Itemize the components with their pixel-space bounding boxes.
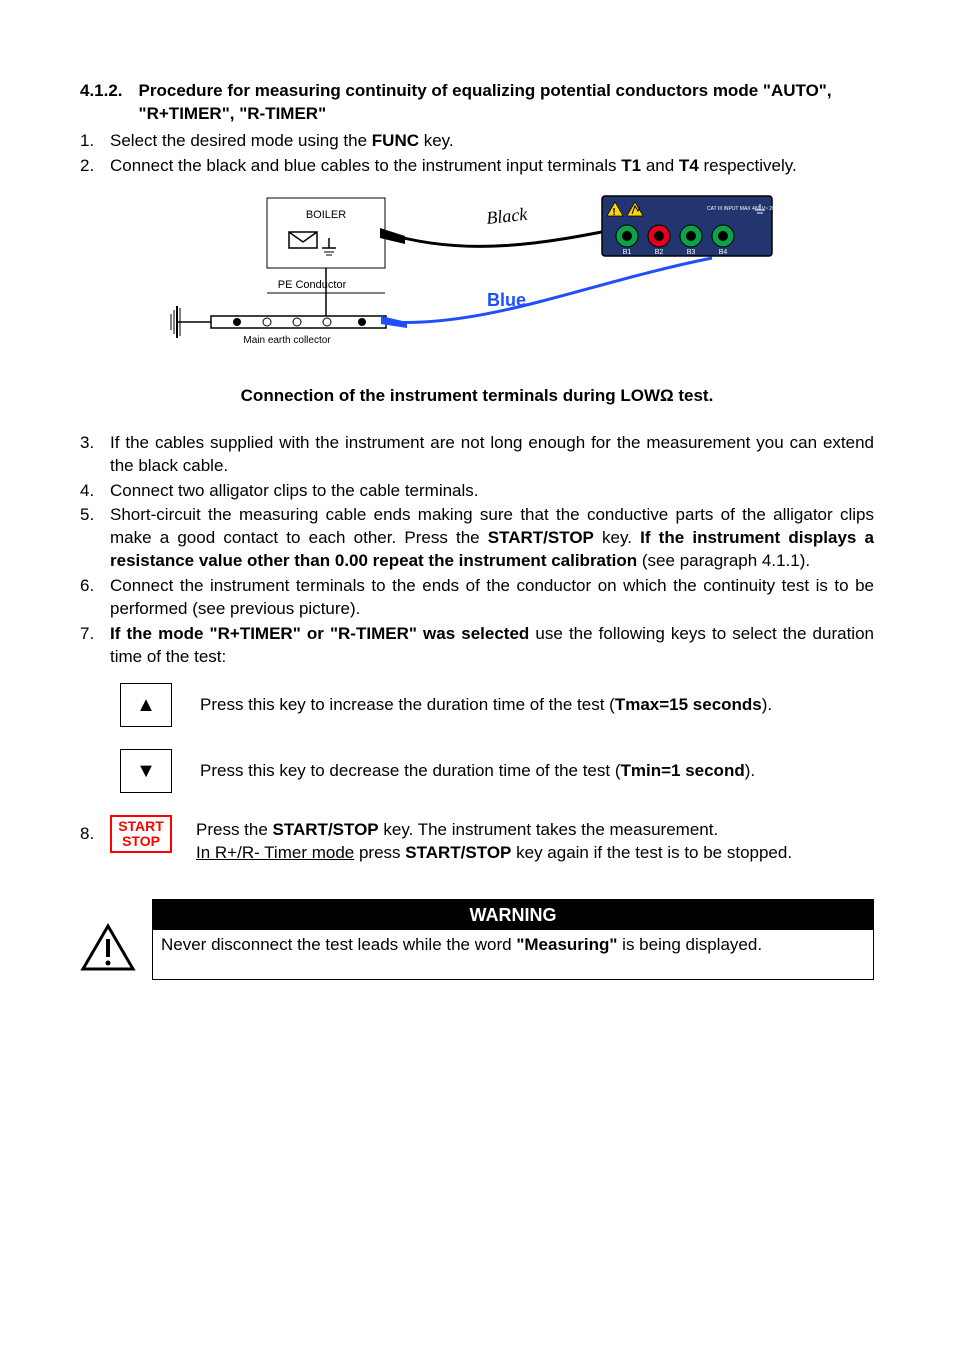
- pe-label: PE Conductor: [278, 279, 347, 291]
- section-title: Procedure for measuring continuity of eq…: [139, 80, 874, 126]
- step-num: 6.: [80, 575, 110, 621]
- up-key-row: ▲ Press this key to increase the duratio…: [120, 683, 874, 727]
- start-label: START: [118, 819, 164, 834]
- terminal-b1: B1: [623, 249, 632, 256]
- warning-body: Never disconnect the test leads while th…: [153, 930, 873, 961]
- text: Never disconnect the test leads while th…: [161, 935, 516, 954]
- down-key-row: ▼ Press this key to decrease the duratio…: [120, 749, 874, 793]
- step-1: 1. Select the desired mode using the FUN…: [80, 130, 874, 153]
- svg-text:!: !: [612, 207, 615, 218]
- text: press: [354, 843, 405, 862]
- text: key.: [419, 131, 454, 150]
- text: ).: [745, 761, 755, 780]
- main-earth-label: Main earth collector: [243, 335, 331, 346]
- warning-content: WARNING Never disconnect the test leads …: [152, 899, 874, 980]
- connection-figure: BOILER PE Conductor Main earth collector: [80, 188, 874, 365]
- text: is being displayed.: [617, 935, 762, 954]
- step-body: If the cables supplied with the instrume…: [110, 432, 874, 478]
- up-arrow-icon: ▲: [136, 692, 156, 719]
- text: Press this key to decrease the duration …: [200, 761, 620, 780]
- step-list-top: 1. Select the desired mode using the FUN…: [80, 130, 874, 178]
- terminal-b2: B2: [655, 249, 664, 256]
- text: In R+/R- Timer mode: [196, 843, 354, 862]
- start-stop-key-label: START/STOP: [405, 843, 511, 862]
- text: Connect the black and blue cables to the…: [110, 156, 621, 175]
- text: (see paragraph 4.1.1).: [637, 551, 810, 570]
- warning-icon: [80, 899, 140, 980]
- step-4: 4. Connect two alligator clips to the ca…: [80, 480, 874, 503]
- stop-label: STOP: [122, 834, 160, 849]
- terminal-t1: T1: [621, 156, 641, 175]
- step-num: 1.: [80, 130, 110, 153]
- terminal-b4: B4: [719, 249, 728, 256]
- step-body: Connect two alligator clips to the cable…: [110, 480, 874, 503]
- func-key-label: FUNC: [372, 131, 419, 150]
- down-key-text: Press this key to decrease the duration …: [200, 760, 874, 783]
- text: Connection of the instrument terminals d…: [241, 386, 660, 405]
- text: key.: [594, 528, 640, 547]
- text: test.: [674, 386, 714, 405]
- text: Press this key to increase the duration …: [200, 695, 615, 714]
- step-body: Connect the black and blue cables to the…: [110, 155, 874, 178]
- warning-header: WARNING: [153, 900, 873, 930]
- step-num: 2.: [80, 155, 110, 178]
- step-body: Connect the instrument terminals to the …: [110, 575, 874, 621]
- text: If the mode "R+TIMER" or "R-TIMER" was s…: [110, 624, 529, 643]
- blue-cable-label: Blue: [487, 290, 526, 310]
- section-heading: 4.1.2. Procedure for measuring continuit…: [80, 80, 874, 126]
- step-body: Select the desired mode using the FUNC k…: [110, 130, 874, 153]
- up-arrow-key: ▲: [120, 683, 172, 727]
- tmin-label: Tmin=1 second: [620, 761, 744, 780]
- step-list-mid: 3. If the cables supplied with the instr…: [80, 432, 874, 669]
- omega-symbol: Ω: [660, 386, 674, 405]
- step-num: 5.: [80, 504, 110, 573]
- text: ).: [762, 695, 772, 714]
- step-body: Short-circuit the measuring cable ends m…: [110, 504, 874, 573]
- terminal-b3: B3: [687, 249, 696, 256]
- black-cable-label: Black: [485, 203, 529, 227]
- text: key again if the test is to be stopped.: [511, 843, 792, 862]
- step-2: 2. Connect the black and blue cables to …: [80, 155, 874, 178]
- step-body: Press the START/STOP key. The instrument…: [184, 815, 874, 865]
- tmax-label: Tmax=15 seconds: [615, 695, 762, 714]
- down-arrow-key: ▼: [120, 749, 172, 793]
- step-num: 8.: [80, 815, 98, 846]
- start-stop-key-box: START STOP: [110, 815, 172, 853]
- text: Select the desired mode using the: [110, 131, 372, 150]
- section-number: 4.1.2.: [80, 80, 123, 126]
- step-7: 7. If the mode "R+TIMER" or "R-TIMER" wa…: [80, 623, 874, 669]
- start-stop-key-label: START/STOP: [488, 528, 594, 547]
- step-3: 3. If the cables supplied with the instr…: [80, 432, 874, 478]
- step-8: 8. START STOP Press the START/STOP key. …: [80, 815, 874, 865]
- step-5: 5. Short-circuit the measuring cable end…: [80, 504, 874, 573]
- step-body: If the mode "R+TIMER" or "R-TIMER" was s…: [110, 623, 874, 669]
- step-num: 4.: [80, 480, 110, 503]
- step-6: 6. Connect the instrument terminals to t…: [80, 575, 874, 621]
- connection-diagram-svg: BOILER PE Conductor Main earth collector: [167, 188, 787, 358]
- text: key. The instrument takes the measuremen…: [379, 820, 719, 839]
- figure-caption: Connection of the instrument terminals d…: [80, 385, 874, 408]
- measuring-word: "Measuring": [516, 935, 617, 954]
- terminal-t4: T4: [679, 156, 699, 175]
- step-num: 7.: [80, 623, 110, 669]
- start-stop-key-label: START/STOP: [273, 820, 379, 839]
- panel-rating: CAT III INPUT MAX 460 V~ 265V~: [707, 206, 784, 212]
- text: Press the: [196, 820, 273, 839]
- text: respectively.: [699, 156, 797, 175]
- up-key-text: Press this key to increase the duration …: [200, 694, 874, 717]
- step-num: 3.: [80, 432, 110, 478]
- down-arrow-icon: ▼: [136, 758, 156, 785]
- boiler-label: BOILER: [306, 209, 346, 221]
- warning-box: WARNING Never disconnect the test leads …: [80, 899, 874, 980]
- text: and: [641, 156, 679, 175]
